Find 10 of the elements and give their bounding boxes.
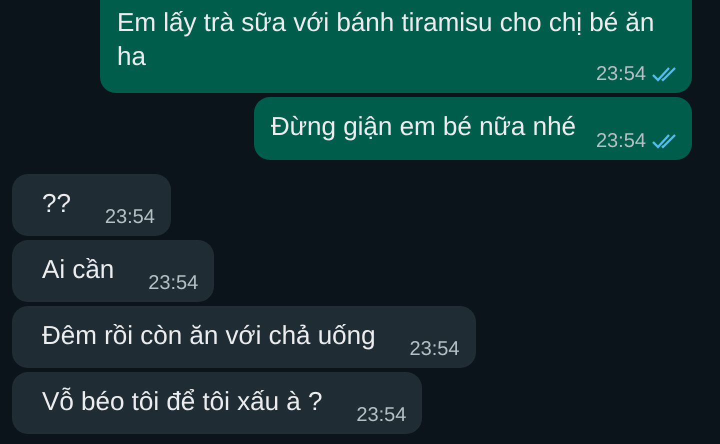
message-text: Đừng giận em bé nữa nhé	[270, 111, 576, 141]
message-time: 23:54	[104, 206, 155, 228]
message-text: ??	[42, 188, 71, 218]
message-time: 23:54	[148, 272, 198, 294]
message-text: Đêm rồi còn ăn với chả uống	[42, 320, 376, 350]
message-time: 23:54	[410, 338, 460, 360]
message-text: Ai cần	[42, 254, 114, 284]
message-time: 23:54	[356, 404, 406, 426]
message-text: Vỗ béo tôi để tôi xấu à ?	[42, 386, 322, 416]
message-time: 23:54	[596, 130, 646, 152]
